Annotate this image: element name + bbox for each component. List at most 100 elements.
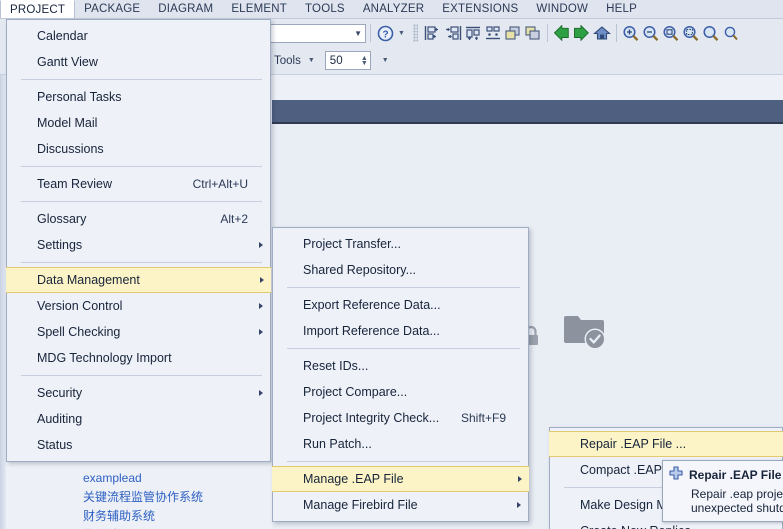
project-menu-item-personal-tasks[interactable]: Personal Tasks — [7, 84, 270, 110]
project-menu-item-security[interactable]: Security — [7, 380, 270, 406]
data-mgmt-item-import-reference-data[interactable]: Import Reference Data... — [273, 318, 528, 344]
data-mgmt-item-project-integrity-check[interactable]: Project Integrity Check... Shift+F9 — [273, 405, 528, 431]
menu-separator — [21, 262, 262, 263]
zoom-selection-icon[interactable] — [681, 23, 701, 43]
project-menu-item-glossary[interactable]: Glossary Alt+2 — [7, 206, 270, 232]
tooltip-header: Repair .EAP File ... — [669, 466, 783, 483]
bring-forward-icon[interactable] — [503, 23, 523, 43]
menu-item-label: Run Patch... — [303, 437, 372, 451]
menu-item-label: Data Management — [37, 273, 140, 287]
data-mgmt-item-manage-eap-file[interactable]: Manage .EAP File — [272, 466, 529, 492]
align-bottom-icon[interactable] — [483, 23, 503, 43]
zoom-percent-spinner[interactable]: 50 ▲ ▼ — [324, 51, 371, 70]
zoom-reset-icon[interactable] — [701, 23, 721, 43]
align-top-icon[interactable] — [463, 23, 483, 43]
menubar-item-project[interactable]: PROJECT — [0, 0, 76, 18]
project-menu-item-mdg-technology-import[interactable]: MDG Technology Import — [7, 345, 270, 371]
menubar-item-extensions[interactable]: EXTENSIONS — [433, 0, 527, 18]
recent-project-link[interactable]: 财务辅助系统 — [83, 507, 273, 526]
zoom-fit-icon[interactable] — [661, 23, 681, 43]
project-menu-item-model-mail[interactable]: Model Mail — [7, 110, 270, 136]
navigate-back-icon[interactable] — [552, 23, 572, 43]
data-management-submenu: Project Transfer... Shared Repository... E… — [272, 227, 529, 522]
align-right-icon[interactable] — [443, 23, 463, 43]
toolbar-divider — [615, 24, 617, 42]
menu-bar: PROJECT PACKAGE DIAGRAM ELEMENT TOOLS ANALYZE… — [0, 0, 783, 19]
data-mgmt-item-project-transfer[interactable]: Project Transfer... — [273, 231, 528, 257]
project-menu-item-settings[interactable]: Settings — [7, 232, 270, 258]
diagram-combo[interactable]: ▼ — [266, 23, 366, 43]
tools-label: Tools — [274, 54, 301, 67]
data-mgmt-item-reset-ids[interactable]: Reset IDs... — [273, 353, 528, 379]
tooltip-body-line1: Repair .eap project — [691, 487, 783, 501]
menu-item-label: Project Compare... — [303, 385, 408, 399]
data-mgmt-item-manage-firebird-file[interactable]: Manage Firebird File — [273, 492, 528, 518]
help-circle-icon[interactable]: ? — [375, 23, 395, 43]
zoom-more-caret-icon[interactable]: ▼ — [379, 57, 392, 64]
project-menu-item-team-review[interactable]: Team Review Ctrl+Alt+U — [7, 171, 270, 197]
menu-separator — [287, 348, 520, 349]
help-dropdown-caret-icon[interactable]: ▼ — [395, 30, 408, 37]
menu-item-label: Team Review — [37, 177, 113, 191]
menu-item-shortcut: Ctrl+Alt+U — [192, 177, 248, 191]
project-menu-item-spell-checking[interactable]: Spell Checking — [7, 319, 270, 345]
eap-item-repair-eap-file[interactable]: Repair .EAP File ... — [549, 431, 783, 457]
tooltip-title: Repair .EAP File ... — [689, 467, 783, 482]
menu-item-label: Reset IDs... — [303, 359, 369, 373]
project-menu-item-version-control[interactable]: Version Control — [7, 293, 270, 319]
menubar-item-analyzer[interactable]: ANALYZER — [354, 0, 433, 18]
menu-item-label: Status — [37, 438, 73, 452]
menu-separator — [21, 79, 262, 80]
menubar-item-diagram[interactable]: DIAGRAM — [149, 0, 222, 18]
project-menu-item-gantt-view[interactable]: Gantt View — [7, 49, 270, 75]
project-menu-item-discussions[interactable]: Discussions — [7, 136, 270, 162]
chevron-down-icon: ▼ — [354, 28, 362, 38]
send-backward-icon[interactable] — [523, 23, 543, 43]
repair-eap-tooltip: Repair .EAP File ... Repair .eap project… — [662, 460, 783, 522]
data-mgmt-item-project-compare[interactable]: Project Compare... — [273, 379, 528, 405]
menubar-item-package[interactable]: PACKAGE — [75, 0, 149, 18]
menu-item-label: Manage .EAP File — [303, 472, 404, 486]
spinner-arrows-icon[interactable]: ▲ ▼ — [361, 55, 368, 67]
submenu-arrow-icon — [259, 390, 263, 396]
menubar-item-tools[interactable]: TOOLS — [296, 0, 354, 18]
tools-dropdown-caret-icon[interactable]: ▼ — [305, 57, 318, 64]
submenu-arrow-icon — [259, 242, 263, 248]
menu-item-label: Import Reference Data... — [303, 324, 440, 338]
project-menu-item-data-management[interactable]: Data Management — [6, 267, 271, 293]
zoom-in-icon[interactable] — [621, 23, 641, 43]
folder-check-icon — [562, 311, 608, 354]
menu-item-label: Version Control — [37, 299, 123, 313]
menu-item-label: Repair .EAP File ... — [580, 437, 687, 451]
home-icon[interactable] — [592, 23, 612, 43]
project-menu: Calendar Gantt View Personal Tasks Model Ma… — [6, 19, 271, 462]
toolbar-grip[interactable] — [412, 24, 418, 42]
project-menu-item-status[interactable]: Status — [7, 432, 270, 458]
menubar-item-element[interactable]: ELEMENT — [222, 0, 296, 18]
zoom-more-icon[interactable] — [721, 23, 741, 43]
project-menu-item-auditing[interactable]: Auditing — [7, 406, 270, 432]
menu-item-label: Shared Repository... — [303, 263, 417, 277]
menu-separator — [21, 375, 262, 376]
recent-project-link[interactable]: examplead — [83, 469, 273, 488]
zoom-out-icon[interactable] — [641, 23, 661, 43]
recent-project-link[interactable]: 关键流程监管协作系统 — [83, 488, 273, 507]
navigate-forward-icon[interactable] — [572, 23, 592, 43]
project-menu-item-calendar[interactable]: Calendar — [7, 23, 270, 49]
menubar-item-window[interactable]: WINDOW — [527, 0, 597, 18]
data-mgmt-item-export-reference-data[interactable]: Export Reference Data... — [273, 292, 528, 318]
menu-item-label: Personal Tasks — [37, 90, 122, 104]
menu-item-label: Auditing — [37, 412, 83, 426]
repair-plus-icon — [669, 466, 683, 483]
menu-item-label: Gantt View — [37, 55, 98, 69]
menu-item-label: Settings — [37, 238, 83, 252]
menu-item-shortcut: Shift+F9 — [460, 411, 506, 425]
data-mgmt-item-run-patch[interactable]: Run Patch... — [273, 431, 528, 457]
data-mgmt-item-shared-repository[interactable]: Shared Repository... — [273, 257, 528, 283]
menu-item-label: Glossary — [37, 212, 87, 226]
menu-item-label: MDG Technology Import — [37, 351, 172, 365]
menubar-item-help[interactable]: HELP — [597, 0, 646, 18]
svg-text:?: ? — [382, 29, 388, 40]
align-left-icon[interactable] — [423, 23, 443, 43]
application-window: PROJECT PACKAGE DIAGRAM ELEMENT TOOLS ANALYZE… — [0, 0, 783, 529]
